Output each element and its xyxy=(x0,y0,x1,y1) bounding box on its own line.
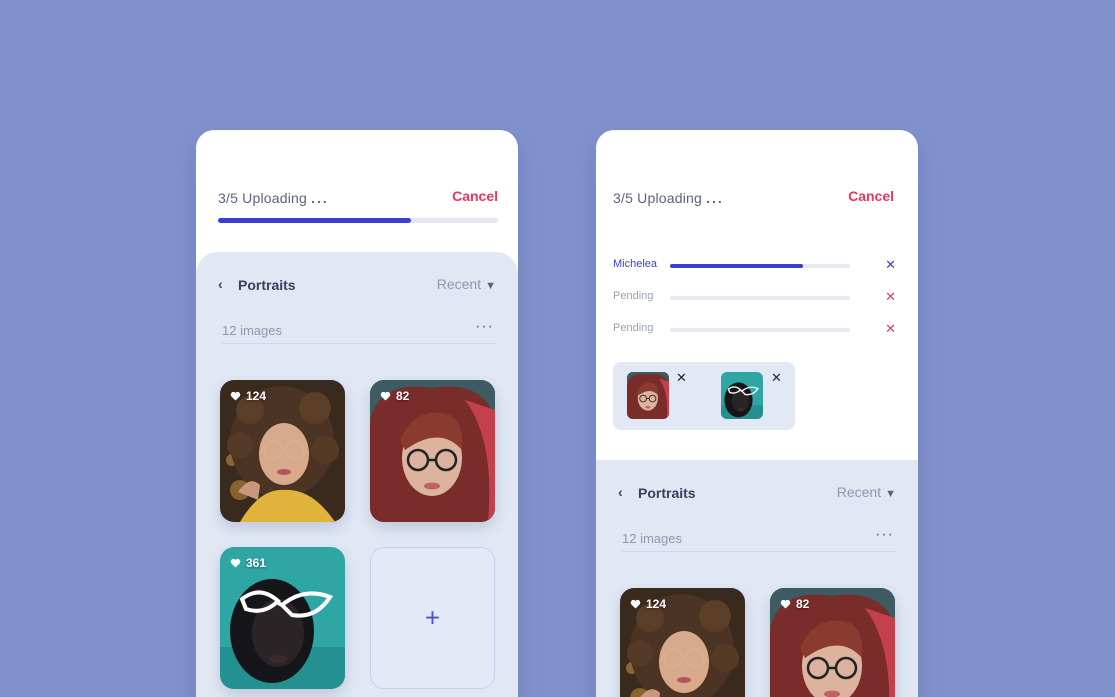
gallery-panel: ‹ Portraits Recent ▼ 12 images ··· 124 82 xyxy=(596,460,918,697)
upload-file-row: Pending ✕ xyxy=(613,289,896,305)
sort-dropdown[interactable]: Recent ▼ xyxy=(837,484,896,500)
heart-icon xyxy=(780,599,791,609)
heart-icon xyxy=(230,391,241,401)
file-name: Pending xyxy=(613,322,654,334)
thumbnail-image xyxy=(721,372,763,419)
photo-tile[interactable]: 361 xyxy=(220,547,345,689)
file-progress-fill xyxy=(670,264,804,268)
back-chevron-left-icon[interactable]: ‹ xyxy=(618,484,623,500)
like-count: 124 xyxy=(230,389,266,403)
heart-icon xyxy=(230,558,241,568)
image-count-row: 12 images ··· xyxy=(222,318,496,344)
upload-header: 3/5 Uploading ... Cancel xyxy=(613,188,894,208)
photo-tile[interactable]: 124 xyxy=(620,588,745,697)
like-count: 361 xyxy=(230,556,266,570)
image-count-row: 12 images ··· xyxy=(622,526,896,552)
upload-progress-fill xyxy=(218,218,412,223)
file-name: Michelea xyxy=(613,258,658,270)
selected-thumbnail[interactable] xyxy=(627,372,669,419)
chevron-down-icon: ▼ xyxy=(885,488,896,500)
add-photo-button[interactable]: + xyxy=(370,547,495,689)
remove-file-close-icon[interactable]: ✕ xyxy=(885,321,896,337)
upload-status: 3/5 Uploading ... xyxy=(613,190,724,206)
upload-screen-compact: 3/5 Uploading ... Cancel ‹ Portraits Rec… xyxy=(196,130,518,697)
upload-header: 3/5 Uploading ... Cancel xyxy=(218,188,498,208)
remove-thumbnail-close-icon[interactable]: ✕ xyxy=(676,370,687,386)
image-count: 12 images xyxy=(222,323,282,338)
remove-thumbnail-close-icon[interactable]: ✕ xyxy=(771,370,782,386)
thumbnail-image xyxy=(627,372,669,419)
remove-file-close-icon[interactable]: ✕ xyxy=(885,257,896,273)
upload-status: 3/5 Uploading ... xyxy=(218,190,329,206)
photo-tile[interactable]: 82 xyxy=(370,380,495,522)
remove-file-close-icon[interactable]: ✕ xyxy=(885,289,896,305)
gallery-title: Portraits xyxy=(238,277,296,293)
gallery-nav: ‹ Portraits Recent ▼ xyxy=(618,484,896,504)
cancel-button[interactable]: Cancel xyxy=(848,188,894,204)
file-name: Pending xyxy=(613,290,654,302)
like-count: 82 xyxy=(380,389,409,403)
selected-thumbnails-tray: ✕ ✕ xyxy=(613,362,795,430)
file-progress-bar xyxy=(670,328,850,332)
gallery-title: Portraits xyxy=(638,485,696,501)
plus-icon: + xyxy=(424,602,441,633)
photo-tile[interactable]: 82 xyxy=(770,588,895,697)
file-progress-bar xyxy=(670,296,850,300)
like-count: 124 xyxy=(630,597,666,611)
upload-progress-bar xyxy=(218,218,498,223)
more-icon[interactable]: ··· xyxy=(475,318,494,336)
gallery-panel: ‹ Portraits Recent ▼ 12 images ··· 124 82 xyxy=(196,252,518,697)
file-progress-bar xyxy=(670,264,850,268)
gallery-nav: ‹ Portraits Recent ▼ xyxy=(218,276,496,296)
upload-file-row: Pending ✕ xyxy=(613,321,896,337)
sort-dropdown[interactable]: Recent ▼ xyxy=(437,276,496,292)
upload-file-row: Michelea ✕ xyxy=(613,257,896,273)
image-count: 12 images xyxy=(622,531,682,546)
chevron-down-icon: ▼ xyxy=(485,280,496,292)
photo-tile[interactable]: 124 xyxy=(220,380,345,522)
cancel-button[interactable]: Cancel xyxy=(452,188,498,204)
more-icon[interactable]: ··· xyxy=(875,526,894,544)
back-chevron-left-icon[interactable]: ‹ xyxy=(218,276,223,292)
selected-thumbnail[interactable] xyxy=(721,372,763,419)
upload-screen-expanded: 3/5 Uploading ... Cancel Michelea ✕ Pend… xyxy=(596,130,918,697)
heart-icon xyxy=(630,599,641,609)
heart-icon xyxy=(380,391,391,401)
like-count: 82 xyxy=(780,597,809,611)
